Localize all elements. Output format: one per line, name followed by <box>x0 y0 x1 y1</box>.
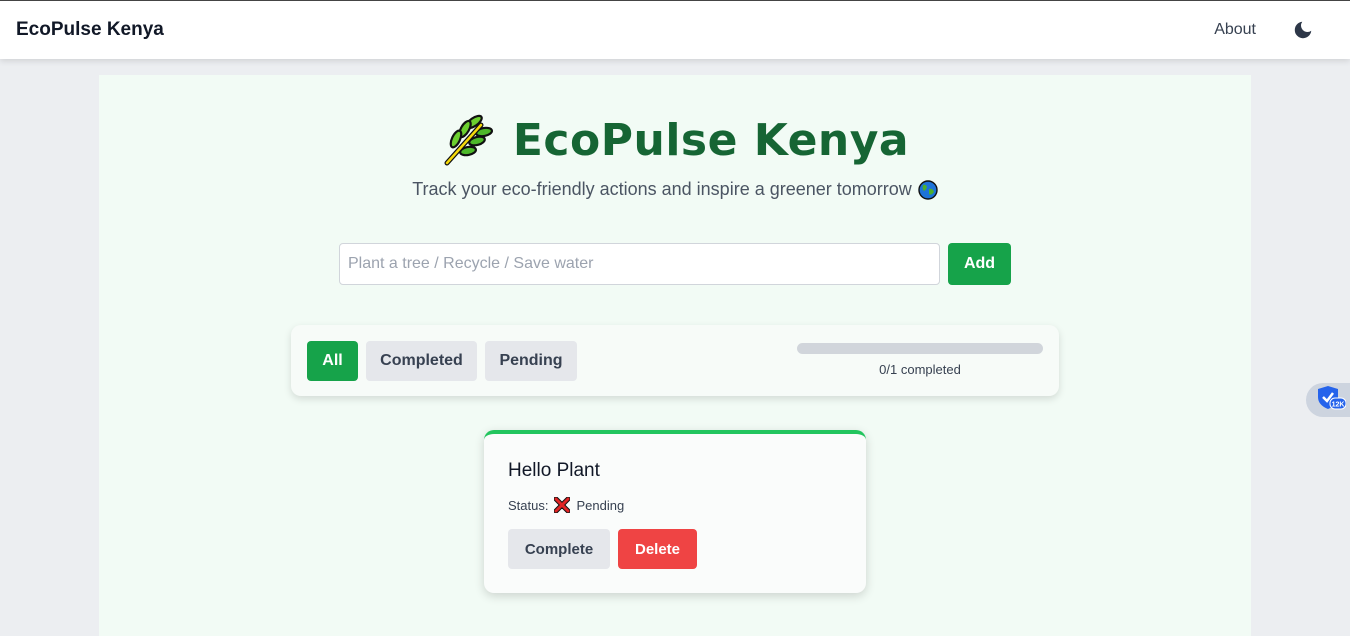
delete-button[interactable]: Delete <box>618 529 697 569</box>
extension-widget[interactable]: 12K <box>1306 383 1350 417</box>
main-container: EcoPulse Kenya Track your eco-friendly a… <box>99 75 1251 636</box>
subtitle-text: Track your eco-friendly actions and insp… <box>412 179 912 199</box>
shield-icon: 12K <box>1316 385 1347 416</box>
nav-right: About <box>1214 19 1334 41</box>
status-label: Status: <box>508 497 549 513</box>
brand-name[interactable]: EcoPulse Kenya <box>16 19 164 41</box>
navbar: EcoPulse Kenya About <box>0 0 1350 59</box>
globe-icon <box>918 179 938 200</box>
hero-title: EcoPulse Kenya <box>99 113 1251 167</box>
about-link[interactable]: About <box>1214 21 1256 39</box>
task-status: Status: Pending <box>508 497 624 513</box>
page-subtitle: Track your eco-friendly actions and insp… <box>99 179 1251 200</box>
page-title: EcoPulse Kenya <box>512 114 910 166</box>
filter-completed-button[interactable]: Completed <box>366 341 477 381</box>
cross-mark-icon <box>554 497 571 513</box>
filter-bar: All Completed Pending 0/1 completed <box>291 325 1059 396</box>
extension-badge: 12K <box>1332 401 1345 408</box>
action-input[interactable] <box>339 243 940 285</box>
add-button[interactable]: Add <box>948 243 1011 285</box>
status-value: Pending <box>576 497 625 513</box>
progress-text: 0/1 completed <box>879 362 961 377</box>
add-action-form: Add <box>339 243 1011 285</box>
task-title: Hello Plant <box>508 460 600 481</box>
complete-button[interactable]: Complete <box>508 529 610 569</box>
moon-icon[interactable] <box>1292 19 1314 41</box>
leaf-icon <box>441 113 495 167</box>
filter-all-button[interactable]: All <box>307 341 358 381</box>
progress-bar <box>797 343 1043 354</box>
task-card: Hello Plant Status: Pending Complete Del… <box>484 430 866 593</box>
filter-pending-button[interactable]: Pending <box>485 341 577 381</box>
